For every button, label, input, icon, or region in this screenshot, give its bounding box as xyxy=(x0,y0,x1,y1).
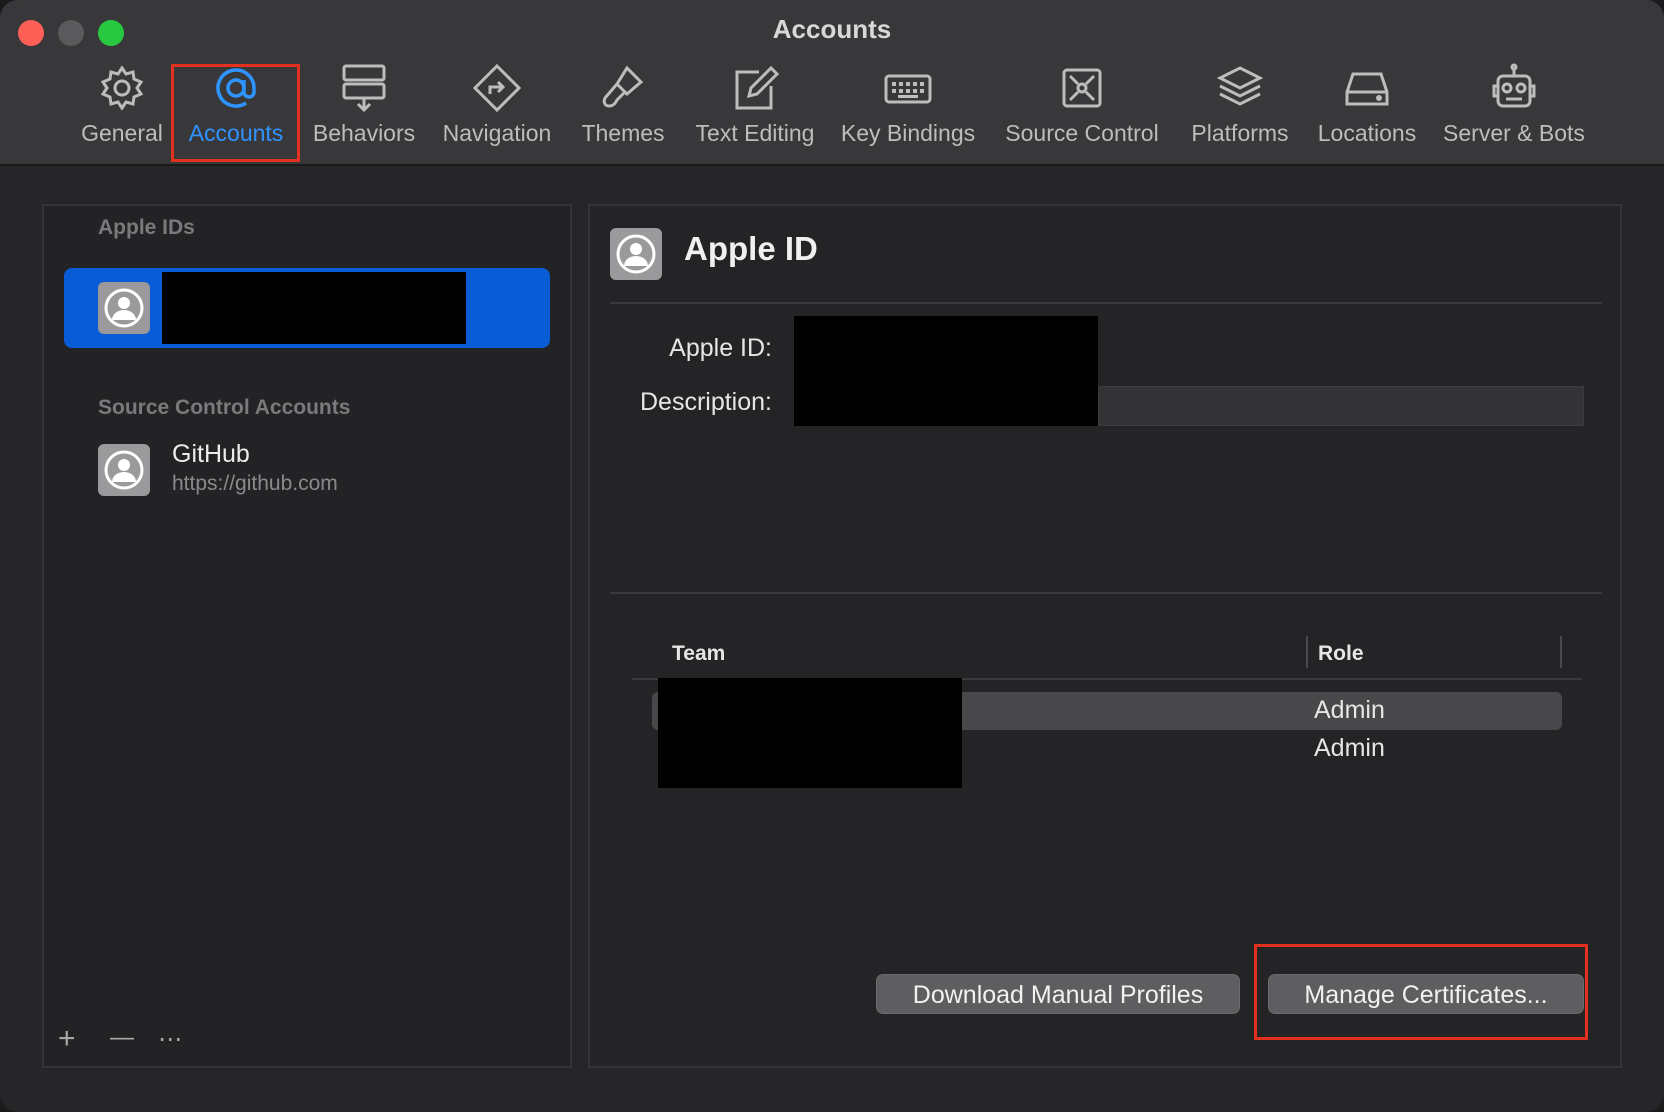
window-title: Accounts xyxy=(772,14,892,44)
layers-icon xyxy=(1214,62,1266,114)
gear-icon xyxy=(96,62,148,114)
tab-general-label: General xyxy=(81,120,163,146)
accounts-sidebar: Apple IDs Source Control Accounts GitHub… xyxy=(42,204,572,1068)
apple-id-label: Apple ID: xyxy=(669,334,772,362)
pencil-square-icon xyxy=(729,62,781,114)
team-column-header[interactable]: Team xyxy=(672,642,725,666)
source-control-section-label: Source Control Accounts xyxy=(98,396,351,419)
robot-icon xyxy=(1488,62,1540,114)
tab-navigation[interactable]: Navigation xyxy=(440,62,554,158)
redacted-team-names xyxy=(658,678,962,788)
tab-locations-label: Locations xyxy=(1317,120,1417,146)
tab-platforms-label: Platforms xyxy=(1191,120,1289,146)
behaviors-icon xyxy=(338,62,390,114)
source-control-icon xyxy=(1056,62,1108,114)
github-account-row[interactable]: GitHub https://github.com xyxy=(44,438,570,508)
description-field[interactable] xyxy=(1098,386,1584,426)
drive-icon xyxy=(1341,62,1393,114)
tab-source-control[interactable]: Source Control xyxy=(1000,62,1164,158)
tab-themes[interactable]: Themes xyxy=(580,62,666,158)
avatar-icon xyxy=(98,282,150,334)
tab-server-bots-label: Server & Bots xyxy=(1443,120,1585,146)
navigation-icon xyxy=(471,62,523,114)
preferences-window: Accounts General Accounts Behaviors Navi… xyxy=(0,0,1664,1112)
tab-key-bindings-label: Key Bindings xyxy=(840,120,976,146)
redacted-apple-id xyxy=(794,316,1098,426)
paintbrush-icon xyxy=(597,62,649,114)
tab-themes-label: Themes xyxy=(581,120,665,146)
role-cell: Admin xyxy=(1314,696,1385,724)
tab-key-bindings[interactable]: Key Bindings xyxy=(840,62,976,158)
header-divider xyxy=(610,302,1602,304)
titlebar: Accounts General Accounts Behaviors Navi… xyxy=(0,0,1664,166)
tab-behaviors[interactable]: Behaviors xyxy=(312,62,416,158)
download-manual-profiles-button[interactable]: Download Manual Profiles xyxy=(876,974,1240,1014)
role-column-header[interactable]: Role xyxy=(1318,642,1364,666)
tab-navigation-label: Navigation xyxy=(442,120,552,146)
accounts-highlight-box xyxy=(171,64,300,162)
remove-account-button[interactable]: — xyxy=(110,1024,134,1052)
column-separator xyxy=(1560,636,1562,668)
tab-behaviors-label: Behaviors xyxy=(312,120,416,146)
account-name: GitHub xyxy=(172,440,250,468)
tab-platforms[interactable]: Platforms xyxy=(1186,62,1294,158)
apple-id-account-row[interactable] xyxy=(64,268,550,348)
tab-text-editing-label: Text Editing xyxy=(695,120,815,146)
avatar-icon xyxy=(98,444,150,496)
tab-text-editing[interactable]: Text Editing xyxy=(692,62,818,158)
detail-title: Apple ID xyxy=(684,230,818,267)
apple-id-avatar-icon xyxy=(610,228,662,280)
column-separator xyxy=(1306,636,1308,668)
redacted-account-name xyxy=(162,272,466,344)
account-url: https://github.com xyxy=(172,472,338,495)
tab-general[interactable]: General xyxy=(74,62,170,158)
section-divider xyxy=(610,592,1602,594)
role-cell: Admin xyxy=(1314,734,1385,762)
account-detail-panel: Apple ID Apple ID: Description: Team Rol… xyxy=(588,204,1622,1068)
tab-locations[interactable]: Locations xyxy=(1314,62,1420,158)
tab-server-bots[interactable]: Server & Bots xyxy=(1440,62,1588,158)
keyboard-icon xyxy=(882,62,934,114)
manage-certificates-highlight-box xyxy=(1254,944,1588,1040)
description-label: Description: xyxy=(640,388,772,416)
more-options-button[interactable]: ⋯ xyxy=(158,1025,182,1054)
tab-source-control-label: Source Control xyxy=(1005,120,1159,146)
apple-ids-section-label: Apple IDs xyxy=(98,216,195,239)
add-account-button[interactable]: + xyxy=(58,1022,76,1056)
